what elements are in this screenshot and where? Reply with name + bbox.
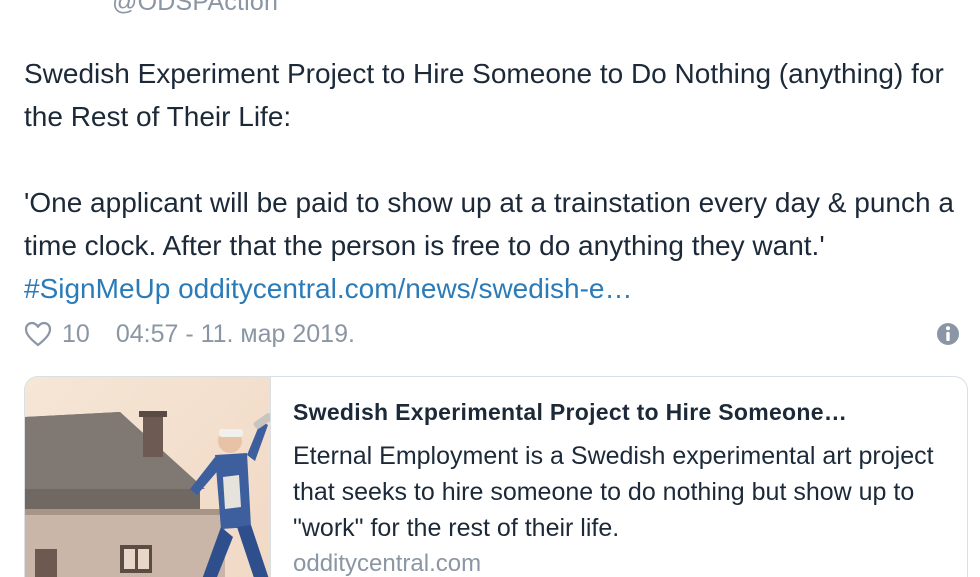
article-link[interactable]: odditycentral.com/news/swedish-e…: [178, 273, 632, 304]
link-preview-card[interactable]: Swedish Experimental Project to Hire Som…: [24, 376, 968, 577]
card-title[interactable]: Swedish Experimental Project to Hire Som…: [293, 399, 953, 426]
card-body: Swedish Experimental Project to Hire Som…: [293, 399, 953, 577]
timestamp[interactable]: 04:57 - 11. мар 2019.: [116, 320, 355, 349]
card-domain: odditycentral.com: [293, 550, 482, 577]
tweet-text: Swedish Experiment Project to Hire Someo…: [24, 52, 964, 310]
heart-icon[interactable]: [24, 321, 52, 347]
tweet-quote: 'One applicant will be paid to show up a…: [24, 187, 954, 261]
like-count[interactable]: 10: [62, 320, 90, 349]
tweet-text-line1: Swedish Experiment Project to Hire Someo…: [24, 58, 944, 132]
hashtag-link[interactable]: #SignMeUp: [24, 273, 170, 304]
tweet-meta: 10 04:57 - 11. мар 2019.: [24, 317, 355, 351]
tweet-text-line2: 'One applicant will be paid to show up a…: [24, 181, 964, 310]
card-thumbnail-image: [25, 377, 271, 577]
author-handle[interactable]: @ODSPAction: [112, 0, 278, 17]
card-description: Eternal Employment is a Swedish experime…: [293, 442, 934, 542]
tweet: @ODSPAction Swedish Experiment Project t…: [0, 0, 980, 577]
info-icon[interactable]: [936, 322, 960, 346]
